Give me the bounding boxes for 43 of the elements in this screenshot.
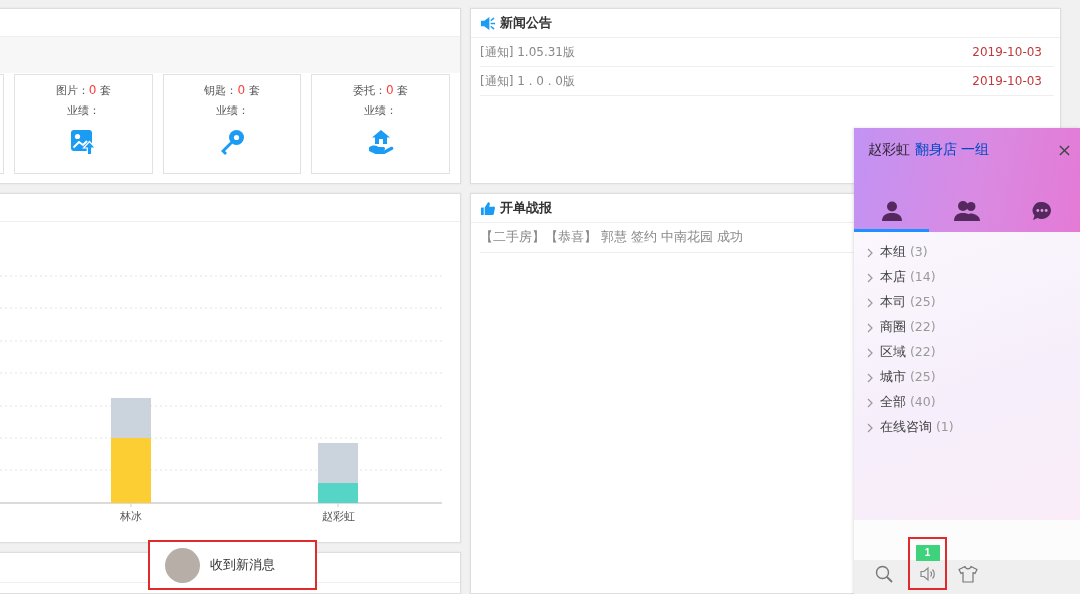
news-title[interactable]: [通知] 1.05.31版 (480, 43, 575, 61)
stat-count-text: 钥匙：0 套 (204, 82, 260, 99)
news-title[interactable]: [通知] 1 . 0 . 0版 (480, 72, 575, 90)
contact-group-item[interactable]: 在线咨询 (1) (854, 415, 1080, 440)
photo-placeholder (318, 443, 358, 483)
user-name: 赵彩虹 (868, 141, 910, 159)
performance-label: 业绩： (364, 103, 398, 119)
image-upload-icon (70, 129, 97, 155)
contact-group-item[interactable]: 区域 (22) (854, 340, 1080, 365)
person-icon (881, 200, 902, 221)
contact-group-item[interactable]: 本店 (14) (854, 265, 1080, 290)
key-icon (219, 129, 245, 155)
shirt-icon (958, 565, 978, 583)
stat-count-text: 委托：0 套 (353, 82, 409, 99)
contact-group-item[interactable]: 本司 (25) (854, 290, 1080, 315)
news-date: 2019-10-03 (972, 45, 1042, 59)
notification-text: 收到新消息 (210, 556, 275, 574)
chat-bubble-icon (1032, 200, 1053, 221)
avatar-placeholder (165, 547, 200, 583)
speaker-icon (918, 565, 937, 583)
group-name: 翻身店 一组 (915, 141, 990, 159)
megaphone-icon (480, 15, 495, 31)
close-icon[interactable] (1059, 144, 1070, 156)
contact-group-item[interactable]: 商圈 (22) (854, 315, 1080, 340)
count-badge: 1 (915, 545, 940, 561)
contact-group-item[interactable]: 全部 (40) (854, 390, 1080, 415)
panel-title: 开单战报 (500, 199, 552, 217)
photo-placeholder (111, 398, 151, 438)
search-icon (875, 565, 893, 583)
performance-label: 业绩： (66, 103, 100, 119)
news-date: 2019-10-03 (972, 74, 1042, 88)
contact-group-item[interactable]: 城市 (25) (854, 365, 1080, 390)
thumbs-up-icon (480, 200, 495, 216)
panel-title: 新闻公告 (500, 14, 552, 32)
stat-count-text: 图片：0 套 (55, 82, 111, 99)
house-hand-icon (367, 129, 394, 155)
notification-toast[interactable]: 收到新消息 (148, 540, 317, 590)
axis-label: 赵彩虹 (321, 510, 355, 523)
report-text: 【二手房】【恭喜】 郭慧 签约 中南花园 成功 (480, 229, 743, 246)
performance-label: 业绩： (215, 103, 249, 119)
axis-label: 林冰 (120, 510, 142, 523)
contact-group-item[interactable]: 本组 (3) (854, 240, 1080, 265)
two-people-icon (954, 200, 980, 221)
